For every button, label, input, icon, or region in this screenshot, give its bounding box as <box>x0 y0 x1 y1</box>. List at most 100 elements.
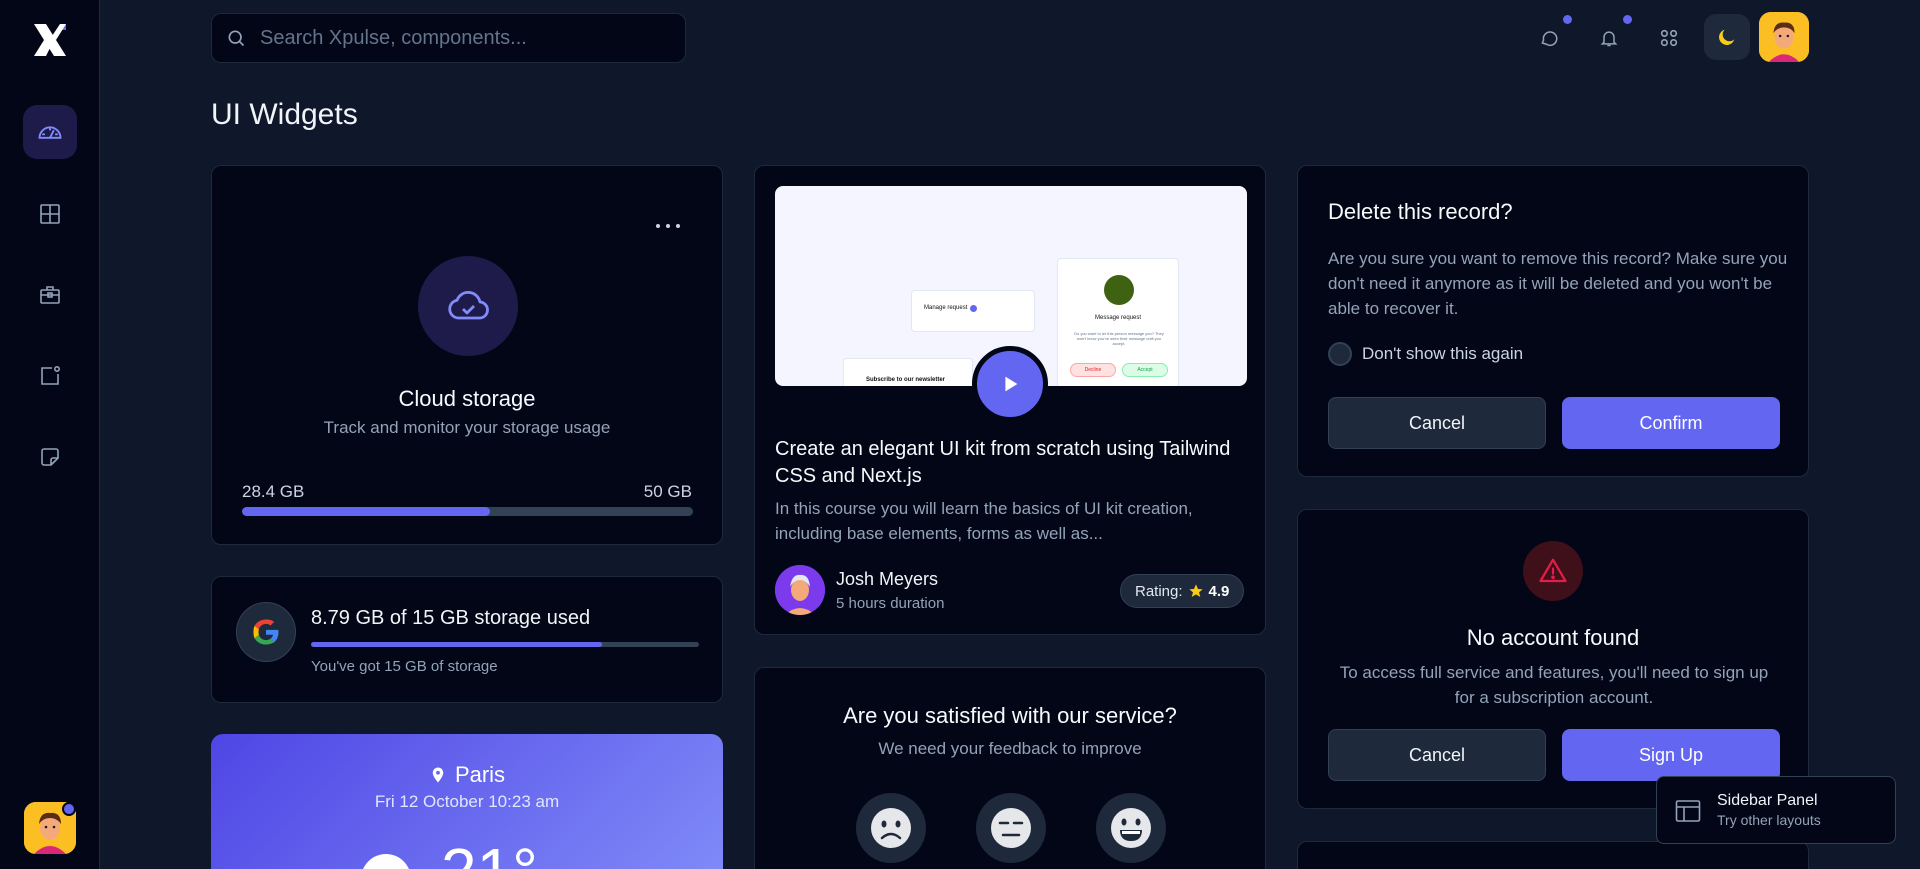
course-duration: 5 hours duration <box>836 595 945 612</box>
preview-count-badge <box>970 305 977 312</box>
delete-confirm-button[interactable]: Confirm <box>1562 397 1780 449</box>
cloud-storage-progress-fill <box>242 507 491 516</box>
happy-face-icon <box>1111 808 1151 848</box>
no-account-cancel-button[interactable]: Cancel <box>1328 729 1546 781</box>
play-icon <box>1005 376 1018 392</box>
cloud-icon-wrapper <box>418 256 518 356</box>
preview-avatar <box>1104 275 1134 305</box>
page-title: UI Widgets <box>211 98 358 131</box>
dashboard-icon <box>38 126 62 139</box>
messages-indicator-dot <box>1563 15 1572 24</box>
sidebar-panel-toast[interactable]: Sidebar Panel Try other layouts <box>1656 776 1896 844</box>
play-button[interactable] <box>972 346 1048 422</box>
dont-show-again-label: Don't show this again <box>1362 344 1524 363</box>
notification-square-icon <box>41 365 60 385</box>
preview-newsletter-card: Subscribe to our newsletter <box>843 358 973 386</box>
delete-cancel-button[interactable]: Cancel <box>1328 397 1546 449</box>
google-storage-title: 8.79 GB of 15 GB storage used <box>311 607 591 629</box>
more-options-icon[interactable] <box>656 218 680 234</box>
preview-accept-button: Accept <box>1122 363 1168 377</box>
google-logo-wrapper <box>236 602 296 662</box>
notifications-indicator-dot <box>1623 15 1632 24</box>
grid-icon <box>40 204 60 224</box>
logo-icon[interactable] <box>30 20 70 60</box>
preview-decline-button: Decline <box>1070 363 1116 377</box>
weather-sun-icon <box>361 854 411 869</box>
cloud-storage-title: Cloud storage <box>398 386 536 411</box>
weather-temperature: 21° <box>441 834 538 869</box>
neutral-face-button[interactable] <box>976 793 1046 863</box>
neutral-face-icon <box>991 808 1031 848</box>
course-title[interactable]: Create an elegant UI kit from scratch us… <box>775 436 1245 490</box>
sad-face-icon <box>871 808 911 848</box>
partial-card <box>1297 841 1809 869</box>
preview-message-text: Do you want to let this person message y… <box>1074 331 1164 346</box>
layout-panel-icon <box>1675 800 1701 822</box>
feedback-card: Are you satisfied with our service? We n… <box>754 667 1266 869</box>
preview-message-title: Message request <box>1094 315 1142 321</box>
author-name: Josh Meyers <box>836 569 939 589</box>
warning-triangle-icon <box>1539 558 1567 583</box>
search-icon <box>228 30 245 47</box>
dont-show-again-radio[interactable] <box>1328 342 1352 366</box>
sign-up-button[interactable]: Sign Up <box>1562 729 1780 781</box>
cloud-check-icon <box>448 291 489 320</box>
cloud-storage-progress <box>242 507 693 516</box>
storage-used-label: 28.4 GB <box>242 482 305 501</box>
rating-badge: Rating: 4.9 <box>1120 574 1245 608</box>
google-icon <box>253 619 279 645</box>
sidebar-item-briefcase[interactable] <box>23 268 77 322</box>
bell-icon <box>1600 31 1618 47</box>
dont-show-again-option[interactable]: Don't show this again <box>1328 342 1523 366</box>
sticky-note-icon <box>41 448 59 466</box>
preview-newsletter-label: Subscribe to our newsletter <box>866 377 946 383</box>
user-avatar[interactable] <box>1759 12 1809 62</box>
preview-message-request-card: Message request Do you want to let this … <box>1057 258 1179 386</box>
weather-date: Fri 12 October 10:23 am <box>374 792 560 811</box>
delete-dialog-text: Are you sure you want to remove this rec… <box>1328 249 1788 318</box>
toast-title: Sidebar Panel <box>1717 792 1818 809</box>
search-bar[interactable] <box>211 13 686 63</box>
google-storage-progress-fill <box>311 642 602 647</box>
sidebar <box>0 0 100 869</box>
feedback-title: Are you satisfied with our service? <box>843 703 1177 728</box>
notifications-button[interactable] <box>1591 20 1627 56</box>
weather-card: Paris Fri 12 October 10:23 am 21° <box>211 734 723 869</box>
apps-button[interactable] <box>1651 20 1687 56</box>
course-card: Manage request Message request Do you wa… <box>754 165 1266 635</box>
moon-icon <box>1719 29 1735 45</box>
storage-total-label: 50 GB <box>643 482 692 501</box>
messages-button[interactable] <box>1531 20 1567 56</box>
star-icon <box>1188 584 1203 597</box>
sad-face-button[interactable] <box>856 793 926 863</box>
toast-subtitle: Try other layouts <box>1717 812 1821 828</box>
no-account-title: No account found <box>1466 625 1640 650</box>
apps-grid-icon <box>1660 29 1678 47</box>
sidebar-item-dashboard[interactable] <box>23 105 77 159</box>
search-input[interactable] <box>260 26 660 50</box>
sidebar-item-layouts[interactable] <box>23 187 77 241</box>
cloud-storage-subtitle: Track and monitor your storage usage <box>323 418 611 437</box>
preview-manage-request-card: Manage request <box>911 290 1035 332</box>
happy-face-button[interactable] <box>1096 793 1166 863</box>
briefcase-icon <box>40 286 60 304</box>
course-description: In this course you will learn the basics… <box>775 499 1193 543</box>
chat-bubble-icon <box>1541 31 1558 47</box>
warning-icon-wrapper <box>1523 541 1583 601</box>
no-account-card: No account found To access full service … <box>1297 509 1809 809</box>
cloud-storage-card: Cloud storage Track and monitor your sto… <box>211 165 723 545</box>
weather-city-row: Paris <box>211 762 723 788</box>
no-account-text: To access full service and features, you… <box>1339 663 1769 707</box>
online-status-dot <box>62 802 76 816</box>
author-avatar[interactable] <box>775 565 825 615</box>
rating-label: Rating: <box>1135 582 1183 600</box>
sidebar-item-notifications[interactable] <box>23 349 77 403</box>
sidebar-item-notes[interactable] <box>23 430 77 484</box>
google-storage-card: 8.79 GB of 15 GB storage used You've got… <box>211 576 723 703</box>
feedback-subtitle: We need your feedback to improve <box>878 739 1142 758</box>
theme-toggle-button[interactable] <box>1704 14 1750 60</box>
google-storage-subtitle: You've got 15 GB of storage <box>311 658 498 675</box>
rating-value: 4.9 <box>1208 582 1230 600</box>
google-storage-progress <box>311 642 699 647</box>
delete-dialog-title: Delete this record? <box>1328 199 1513 224</box>
